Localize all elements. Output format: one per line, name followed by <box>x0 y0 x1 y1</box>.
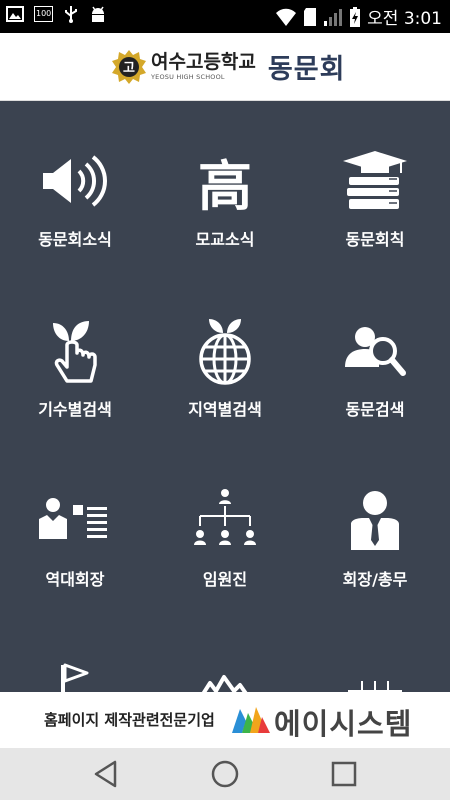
mountain-icon <box>189 655 261 692</box>
menu-item-school-news[interactable]: 高 모교소식 <box>150 100 300 270</box>
menu-item-executives[interactable]: 임원진 <box>150 440 300 610</box>
wifi-icon <box>276 8 297 26</box>
menu-item-label: 회장/총무 <box>342 570 408 589</box>
navigation-bar <box>0 748 450 800</box>
menu-item-region-search[interactable]: 지역별검색 <box>150 270 300 440</box>
flag-icon <box>39 655 111 692</box>
menu-item-rules[interactable]: 동문회칙 <box>300 100 450 270</box>
menu-item-label: 임원진 <box>202 570 248 589</box>
signal-icon <box>324 8 343 26</box>
a-system-logo-icon <box>232 707 270 733</box>
status-right-icons: 오전 3:01 <box>275 4 442 29</box>
books-graduation-cap-icon <box>339 145 411 217</box>
hanja-glyph: 高 <box>198 153 252 218</box>
sprout-hand-icon <box>39 315 111 387</box>
menu-grid: 동문회소식 高 모교소식 동문회칙 기수별검색 지역별검색 동문검색 역대회장 … <box>0 100 450 692</box>
sd-card-icon <box>304 7 317 26</box>
logo-char: 고 <box>123 61 135 76</box>
battery-100-icon: 100 <box>34 6 54 22</box>
battery-charging-icon <box>350 6 361 27</box>
menu-item-label: 기수별검색 <box>38 400 112 419</box>
status-left-icons: 100 <box>6 5 107 23</box>
menu-item-class-search[interactable]: 기수별검색 <box>0 270 150 440</box>
person-list-icon <box>39 485 111 557</box>
school-name: 여수고등학교 <box>151 51 256 73</box>
page-title: 동문회 <box>267 54 346 85</box>
back-triangle-icon <box>94 760 117 788</box>
footer-banner[interactable]: 홈페이지 제작관련전문기업 에이시스템 <box>0 692 450 748</box>
menu-item-label: 역대회장 <box>45 570 105 589</box>
menu-item-row4-middle[interactable] <box>150 610 300 692</box>
speaker-icon <box>39 145 111 217</box>
menu-item-label: 동문회소식 <box>38 230 112 249</box>
menu-item-news[interactable]: 동문회소식 <box>0 100 150 270</box>
recent-apps-button[interactable] <box>324 758 364 790</box>
menu-item-label: 동문회칙 <box>345 230 405 249</box>
footer-text: 홈페이지 제작관련전문기업 <box>44 711 215 729</box>
recent-square-icon <box>331 761 357 787</box>
school-logo-group[interactable]: 고 여수고등학교 YEOSU HIGH SCHOOL 동문회 <box>111 47 345 86</box>
school-emblem-icon: 고 <box>112 49 146 84</box>
school-subtitle: YEOSU HIGH SCHOOL <box>151 73 225 81</box>
school-name-block: 여수고등학교 YEOSU HIGH SCHOOL <box>151 52 256 81</box>
menu-item-label: 동문검색 <box>345 400 405 419</box>
person-search-icon <box>339 315 411 387</box>
back-button[interactable] <box>86 758 126 790</box>
org-chart-icon <box>189 485 261 557</box>
app-header: 고 여수고등학교 YEOSU HIGH SCHOOL 동문회 <box>0 33 450 101</box>
menu-item-president-secretary[interactable]: 회장/총무 <box>300 440 450 610</box>
clock: 오전 3:01 <box>367 9 442 29</box>
abacus-icon <box>339 655 411 692</box>
brand-name: 에이시스템 <box>274 707 413 741</box>
businessman-icon <box>339 485 411 557</box>
status-bar: 100 오전 3:01 <box>0 0 450 33</box>
android-icon <box>92 6 105 22</box>
menu-item-label: 지역별검색 <box>188 400 262 419</box>
globe-sprout-icon <box>189 315 261 387</box>
image-icon <box>6 6 24 22</box>
menu-item-past-presidents[interactable]: 역대회장 <box>0 440 150 610</box>
menu-item-row4-right[interactable] <box>300 610 450 692</box>
home-button[interactable] <box>205 758 245 790</box>
menu-item-row4-left[interactable] <box>0 610 150 692</box>
usb-icon <box>65 6 78 23</box>
menu-item-alumni-search[interactable]: 동문검색 <box>300 270 450 440</box>
menu-item-label: 모교소식 <box>195 230 255 249</box>
school-hanja-icon: 高 <box>189 145 261 218</box>
home-circle-icon <box>211 760 239 788</box>
